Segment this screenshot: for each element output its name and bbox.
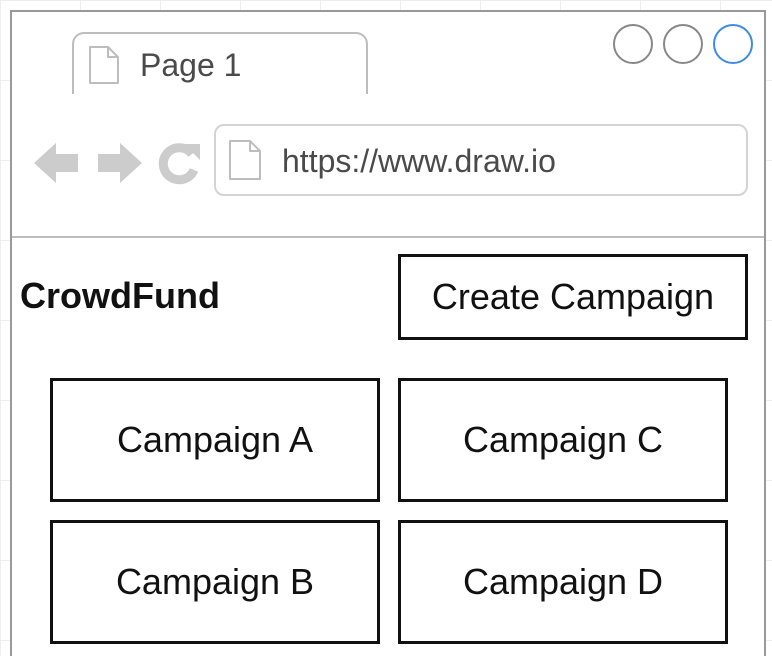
address-bar[interactable]: https://www.draw.io	[214, 124, 748, 196]
tab-page-1[interactable]: Page 1	[72, 32, 368, 96]
campaign-card-label: Campaign D	[462, 561, 664, 602]
create-campaign-button-label: Create Campaign	[431, 276, 715, 317]
arrow-left-icon[interactable]	[32, 138, 82, 188]
close-circle-button[interactable]	[713, 24, 753, 64]
campaign-card-label: Campaign C	[462, 419, 664, 460]
address-bar-url: https://www.draw.io	[282, 143, 556, 179]
campaign-card-a[interactable]: Campaign A	[50, 378, 380, 502]
campaign-card-label: Campaign B	[115, 561, 315, 602]
campaign-card-c[interactable]: Campaign C	[398, 378, 728, 502]
create-campaign-button[interactable]: Create Campaign	[398, 254, 748, 340]
campaign-card-label: Campaign A	[116, 419, 314, 460]
tab-bar: Page 1	[12, 12, 764, 96]
minimize-circle-button[interactable]	[613, 24, 653, 64]
browser-window: Page 1 https://www.draw.io CrowdFund Cre…	[10, 10, 766, 656]
campaign-card-b[interactable]: Campaign B	[50, 520, 380, 644]
document-icon	[89, 46, 119, 84]
canvas: Page 1 https://www.draw.io CrowdFund Cre…	[0, 0, 772, 656]
brand-logo-text: CrowdFund	[20, 275, 220, 316]
arrow-right-icon[interactable]	[94, 138, 144, 188]
document-icon	[229, 140, 261, 180]
tab-label: Page 1	[140, 47, 242, 83]
reload-icon[interactable]	[154, 138, 204, 188]
navigation-bar: https://www.draw.io	[12, 94, 764, 238]
maximize-circle-button[interactable]	[663, 24, 703, 64]
campaign-card-d[interactable]: Campaign D	[398, 520, 728, 644]
